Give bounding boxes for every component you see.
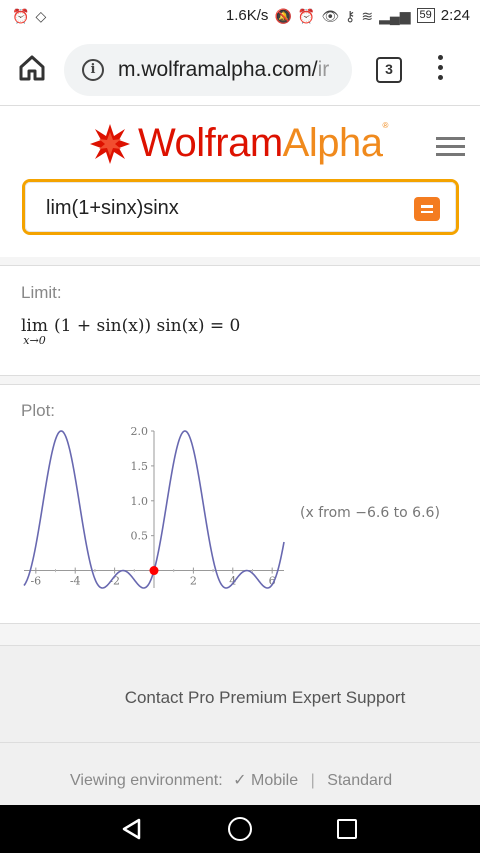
tab-switcher-button[interactable]: 3 [376, 57, 402, 83]
pod-title: Limit: [21, 283, 62, 302]
pod-gap [0, 257, 480, 265]
mobile-option[interactable]: ✓ Mobile [233, 772, 298, 789]
url-text[interactable]: m.wolframalpha.com/ir [118, 58, 329, 82]
url-bar[interactable]: i m.wolframalpha.com/ir [64, 44, 352, 96]
limit-result: lim x→0 (1 + sin(x)) sin(x) = 0 [21, 316, 241, 347]
info-icon[interactable]: i [82, 59, 104, 81]
signal-icon: ▂▄▆ [379, 7, 411, 24]
y-tick-label: 1.0 [131, 495, 149, 508]
separator: | [310, 772, 315, 789]
recents-icon[interactable] [337, 819, 357, 839]
plot-range-label: (x from −6.6 to 6.6) [300, 505, 440, 521]
status-bar: ⏰ ◇ 1.6K/s 🔕 ⏰ 👁 ⚷ ≋ ▂▄▆ 59 2:24 [0, 0, 480, 34]
y-tick-label: 1.5 [131, 460, 149, 473]
wifi-icon: ≋ [361, 7, 374, 24]
home-icon[interactable] [18, 54, 46, 82]
hamburger-menu-icon[interactable] [436, 137, 465, 157]
pod-gap [0, 376, 480, 384]
mute-icon: 🔕 [274, 7, 292, 24]
y-tick-label: 0.5 [131, 530, 149, 543]
standard-option[interactable]: Standard [327, 772, 392, 789]
android-nav-bar [0, 805, 480, 853]
viewing-label: Viewing environment: [70, 772, 223, 789]
x-tick-label: -4 [70, 575, 81, 588]
back-icon[interactable] [120, 817, 144, 841]
shield-icon: ◇ [35, 8, 47, 24]
wolframalpha-logo[interactable]: WolframAlpha® [88, 121, 388, 166]
browser-toolbar: i m.wolframalpha.com/ir 3 [0, 34, 480, 106]
home-nav-icon[interactable] [228, 817, 252, 841]
limit-point [149, 566, 159, 576]
x-tick-label: -6 [30, 575, 41, 588]
battery-icon: 59 [416, 8, 435, 23]
contact-support-link[interactable]: Contact Pro Premium Expert Support [0, 688, 480, 708]
compute-button[interactable] [414, 197, 440, 221]
search-box[interactable]: lim(1+sinx)sinx [22, 179, 459, 235]
footer-divider [0, 742, 480, 743]
key-icon: ⚷ [345, 7, 356, 24]
plot-pod: Plot: -6 -4 -2 2 4 6 0.5 1.0 1.5 2.0 (x from −6.6… [0, 384, 480, 624]
wolfram-star-icon [90, 123, 130, 164]
pod-gap [0, 624, 480, 645]
more-options-icon[interactable] [432, 55, 448, 85]
pod-title: Plot: [21, 401, 56, 420]
alarm-icon: ⏰ [297, 7, 316, 24]
alarm-icon: ⏰ [12, 8, 30, 24]
x-tick-label: 2 [190, 575, 197, 588]
net-speed: 1.6K/s [225, 7, 269, 24]
plot-chart[interactable]: -6 -4 -2 2 4 60.51.01.52.0 [20, 425, 290, 600]
wolfram-header: WolframAlpha® lim(1+sinx)sinx [0, 107, 480, 257]
y-tick-label: 2.0 [131, 425, 149, 438]
search-input[interactable]: lim(1+sinx)sinx [46, 197, 179, 220]
clock: 2:24 [440, 7, 470, 24]
footer: Contact Pro Premium Expert Support Viewi… [0, 645, 480, 805]
viewing-environment: Viewing environment: ✓ Mobile | Standard [70, 770, 392, 790]
eye-icon: 👁 [321, 7, 340, 24]
limit-pod: Limit: lim x→0 (1 + sin(x)) sin(x) = 0 [0, 265, 480, 376]
